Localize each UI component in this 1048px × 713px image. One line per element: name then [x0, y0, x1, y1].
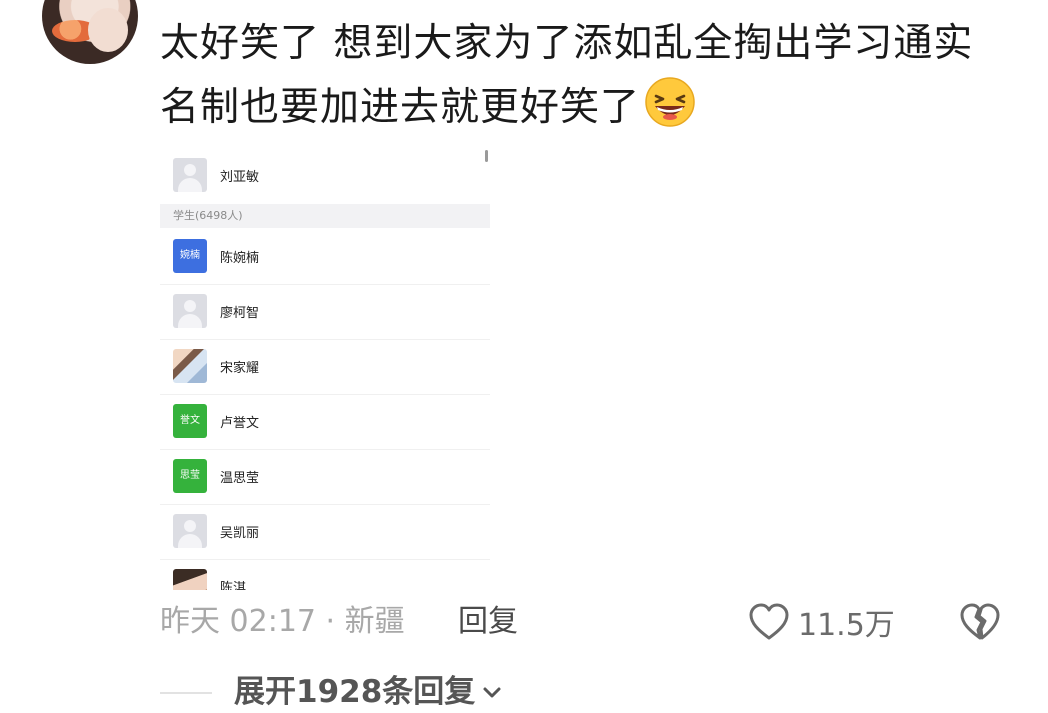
- default-avatar-icon: [173, 514, 207, 548]
- member-name: 宋家耀: [220, 361, 260, 376]
- list-item: 刘亚敏: [160, 148, 490, 203]
- like-button[interactable]: 11.5万: [748, 600, 895, 644]
- member-name: 陈淇: [220, 581, 247, 590]
- member-name: 刘亚敏: [220, 170, 260, 185]
- member-name: 卢誉文: [220, 416, 260, 431]
- comment-text: 太好笑了 想到大家为了添如乱全掏出学习通实名制也要加进去就更好笑了: [160, 21, 974, 130]
- member-name: 温思莹: [220, 471, 260, 486]
- photo-avatar: [173, 569, 207, 590]
- comment-time-location: 昨天 02:17 · 新疆: [160, 604, 405, 639]
- list-item: 思莹 温思莹: [160, 449, 490, 505]
- expand-divider: [160, 692, 212, 694]
- chevron-down-icon: [483, 687, 501, 698]
- member-name: 廖柯智: [220, 306, 260, 321]
- grinning-squinting-face-icon: [645, 77, 695, 127]
- photo-avatar: [173, 349, 207, 383]
- default-avatar-icon: [173, 294, 207, 328]
- text-avatar: 婉楠: [173, 239, 207, 273]
- broken-heart-icon[interactable]: [958, 602, 1002, 642]
- text-avatar: 誉文: [173, 404, 207, 438]
- embedded-member-list-screenshot[interactable]: 刘亚敏 学生(6498人) 婉楠 陈婉楠 廖柯智 宋家耀 誉文 卢誉文 思莹 温…: [160, 148, 490, 590]
- list-item: 宋家耀: [160, 339, 490, 395]
- list-item: 誉文 卢誉文: [160, 394, 490, 450]
- comment-page: 太好笑了 想到大家为了添如乱全掏出学习通实名制也要加进去就更好笑了 刘亚敏 学生…: [0, 0, 1048, 713]
- comment-body: 太好笑了 想到大家为了添如乱全掏出学习通实名制也要加进去就更好笑了: [160, 12, 1010, 140]
- list-item: 吴凯丽: [160, 504, 490, 560]
- list-item: 廖柯智: [160, 284, 490, 340]
- reply-button[interactable]: 回复: [458, 600, 518, 644]
- default-avatar-icon: [173, 158, 207, 192]
- expand-replies-label: 展开1928条回复: [234, 674, 476, 710]
- section-header-students: 学生(6498人): [160, 204, 490, 228]
- list-item: 婉楠 陈婉楠: [160, 229, 490, 285]
- member-name: 陈婉楠: [220, 251, 260, 266]
- text-avatar: 思莹: [173, 459, 207, 493]
- commenter-avatar[interactable]: [42, 0, 138, 64]
- expand-replies-button[interactable]: 展开1928条回复: [234, 670, 503, 713]
- like-count: 11.5万: [798, 608, 895, 643]
- heart-icon: [749, 603, 789, 640]
- list-item: 陈淇: [160, 559, 490, 590]
- avatar-face-detail: [88, 8, 128, 52]
- member-name: 吴凯丽: [220, 526, 260, 541]
